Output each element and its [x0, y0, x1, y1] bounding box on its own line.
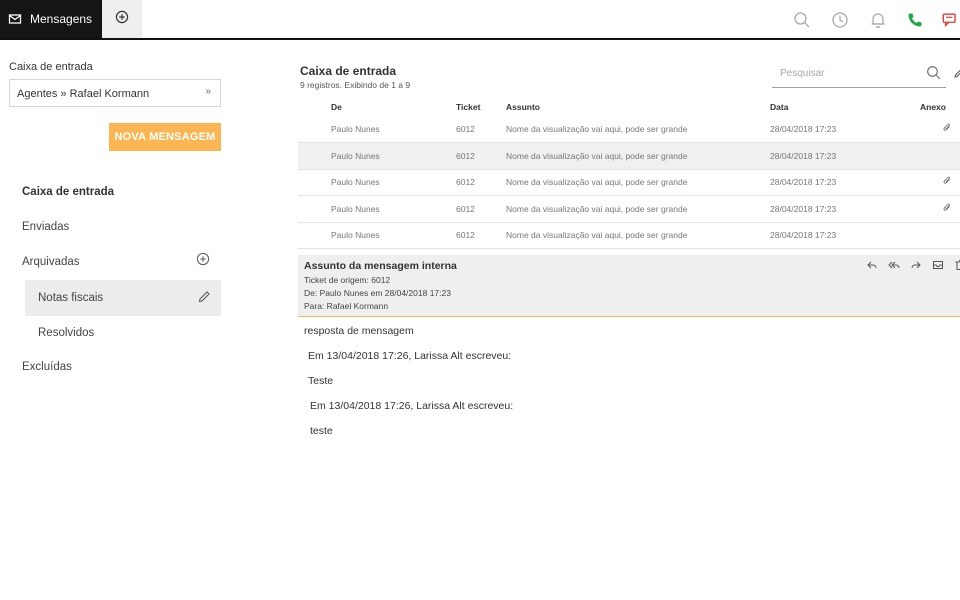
table-row[interactable]: Paulo Nunes 6012 Nome da visualização va…	[298, 116, 960, 143]
column-header-anexo[interactable]: Anexo	[920, 98, 960, 116]
message-body-line: Em 13/04/2018 17:26, Larissa Alt escreve…	[308, 350, 512, 362]
message-from: De: Paulo Nunes em 28/04/2018 17:23	[304, 288, 451, 298]
table-header: De Ticket Assunto Data Anexo	[298, 98, 960, 116]
cell-data: 28/04/2018 17:23	[770, 169, 920, 196]
table-row[interactable]: Paulo Nunes 6012 Nome da visualização va…	[298, 222, 960, 249]
cell-ticket: 6012	[456, 142, 506, 170]
phone-icon[interactable]	[905, 10, 925, 30]
add-tab-button[interactable]	[102, 0, 142, 38]
paperclip-icon[interactable]	[942, 123, 952, 135]
clock-icon[interactable]	[830, 10, 850, 30]
pencil-icon[interactable]	[197, 290, 211, 304]
cell-data: 28/04/2018 17:23	[770, 142, 920, 170]
table-row[interactable]: Paulo Nunes 6012 Nome da visualização va…	[298, 142, 960, 170]
envelope-icon	[8, 12, 22, 26]
cell-assunto: Nome da visualização vai aqui, pode ser …	[506, 116, 770, 143]
tab-label: Mensagens	[30, 12, 93, 26]
cell-anexo	[920, 169, 960, 196]
tab-mensagens[interactable]: Mensagens	[0, 0, 102, 38]
message-to: Para: Rafael Kormann	[304, 301, 389, 311]
cell-ticket: 6012	[456, 222, 506, 249]
cell-de: Paulo Nunes	[298, 195, 456, 223]
edit-icon[interactable]	[954, 66, 960, 84]
reply-all-icon[interactable]	[886, 258, 902, 272]
sidebar-item-label: Resolvidos	[38, 327, 95, 339]
sidebar-item-resolvidos[interactable]: Resolvidos	[25, 315, 221, 351]
cell-assunto: Nome da visualização vai aqui, pode ser …	[506, 169, 770, 196]
search-icon[interactable]	[792, 10, 812, 30]
sidebar-item-archived[interactable]: Arquivadas	[22, 256, 80, 268]
sidebar-item-label: Notas fiscais	[38, 292, 104, 304]
cell-assunto: Nome da visualização vai aqui, pode ser …	[506, 195, 770, 223]
message-body-line: teste	[310, 425, 333, 437]
chevron-right-icon: »	[205, 86, 211, 97]
cell-de: Paulo Nunes	[298, 116, 456, 143]
cell-anexo	[920, 116, 960, 143]
top-bar: Mensagens	[0, 0, 960, 40]
message-subject: Assunto da mensagem interna	[304, 260, 457, 272]
sidebar-item-notas-fiscais[interactable]: Notas fiscais	[25, 280, 221, 316]
archive-icon[interactable]	[930, 258, 946, 272]
column-header-assunto[interactable]: Assunto	[506, 98, 770, 116]
trash-icon[interactable]	[952, 258, 960, 272]
sidebar-item-sent[interactable]: Enviadas	[22, 221, 69, 233]
main-panel: Caixa de entrada 9 registros. Exibindo d…	[298, 40, 960, 600]
table-row[interactable]: Paulo Nunes 6012 Nome da visualização va…	[298, 195, 960, 223]
column-header-de[interactable]: De	[298, 98, 456, 116]
messages-table: De Ticket Assunto Data Anexo Paulo Nunes…	[298, 98, 960, 249]
cell-de: Paulo Nunes	[298, 169, 456, 196]
reply-icon[interactable]	[864, 258, 880, 272]
message-header: Assunto da mensagem interna Ticket de or…	[298, 255, 960, 317]
search-input[interactable]	[780, 68, 920, 79]
agent-select-value: Agentes » Rafael Kormann	[17, 88, 150, 100]
message-actions	[864, 258, 960, 272]
cell-de: Paulo Nunes	[298, 222, 456, 249]
cell-de: Paulo Nunes	[298, 142, 456, 170]
paperclip-icon[interactable]	[942, 176, 952, 188]
cell-anexo	[920, 142, 960, 170]
new-message-button[interactable]: NOVA MENSAGEM	[109, 123, 221, 151]
cell-assunto: Nome da visualização vai aqui, pode ser …	[506, 222, 770, 249]
message-body-line: Teste	[308, 375, 334, 387]
sidebar: Caixa de entrada Agentes » Rafael Korman…	[0, 40, 232, 600]
plus-circle-icon	[115, 10, 129, 29]
message-ticket-origin: Ticket de origem: 6012	[304, 275, 391, 285]
cell-data: 28/04/2018 17:23	[770, 222, 920, 249]
record-count: 9 registros. Exibindo de 1 a 9	[300, 80, 411, 90]
agent-select[interactable]: Agentes » Rafael Kormann »	[9, 79, 221, 107]
sidebar-item-inbox[interactable]: Caixa de entrada	[22, 186, 114, 198]
add-folder-icon[interactable]	[196, 252, 210, 266]
cell-data: 28/04/2018 17:23	[770, 195, 920, 223]
bell-icon[interactable]	[868, 10, 888, 30]
message-body-line: resposta de mensagem	[304, 325, 414, 337]
column-header-ticket[interactable]: Ticket	[456, 98, 506, 116]
cell-anexo	[920, 195, 960, 223]
cell-ticket: 6012	[456, 169, 506, 196]
search-icon[interactable]	[926, 65, 942, 86]
cell-assunto: Nome da visualização vai aqui, pode ser …	[506, 142, 770, 170]
cell-ticket: 6012	[456, 195, 506, 223]
select-label: Caixa de entrada	[9, 61, 93, 73]
search-box	[772, 62, 946, 88]
cell-ticket: 6012	[456, 116, 506, 143]
table-row[interactable]: Paulo Nunes 6012 Nome da visualização va…	[298, 169, 960, 196]
forward-icon[interactable]	[908, 258, 924, 272]
chat-icon[interactable]	[942, 10, 960, 30]
cell-data: 28/04/2018 17:23	[770, 116, 920, 143]
page-title: Caixa de entrada	[300, 64, 397, 78]
message-body-line: Em 13/04/2018 17:26, Larissa Alt escreve…	[310, 400, 514, 412]
cell-anexo	[920, 222, 960, 249]
column-header-data[interactable]: Data	[770, 98, 920, 116]
sidebar-item-deleted[interactable]: Excluídas	[22, 361, 72, 373]
paperclip-icon[interactable]	[942, 203, 952, 215]
